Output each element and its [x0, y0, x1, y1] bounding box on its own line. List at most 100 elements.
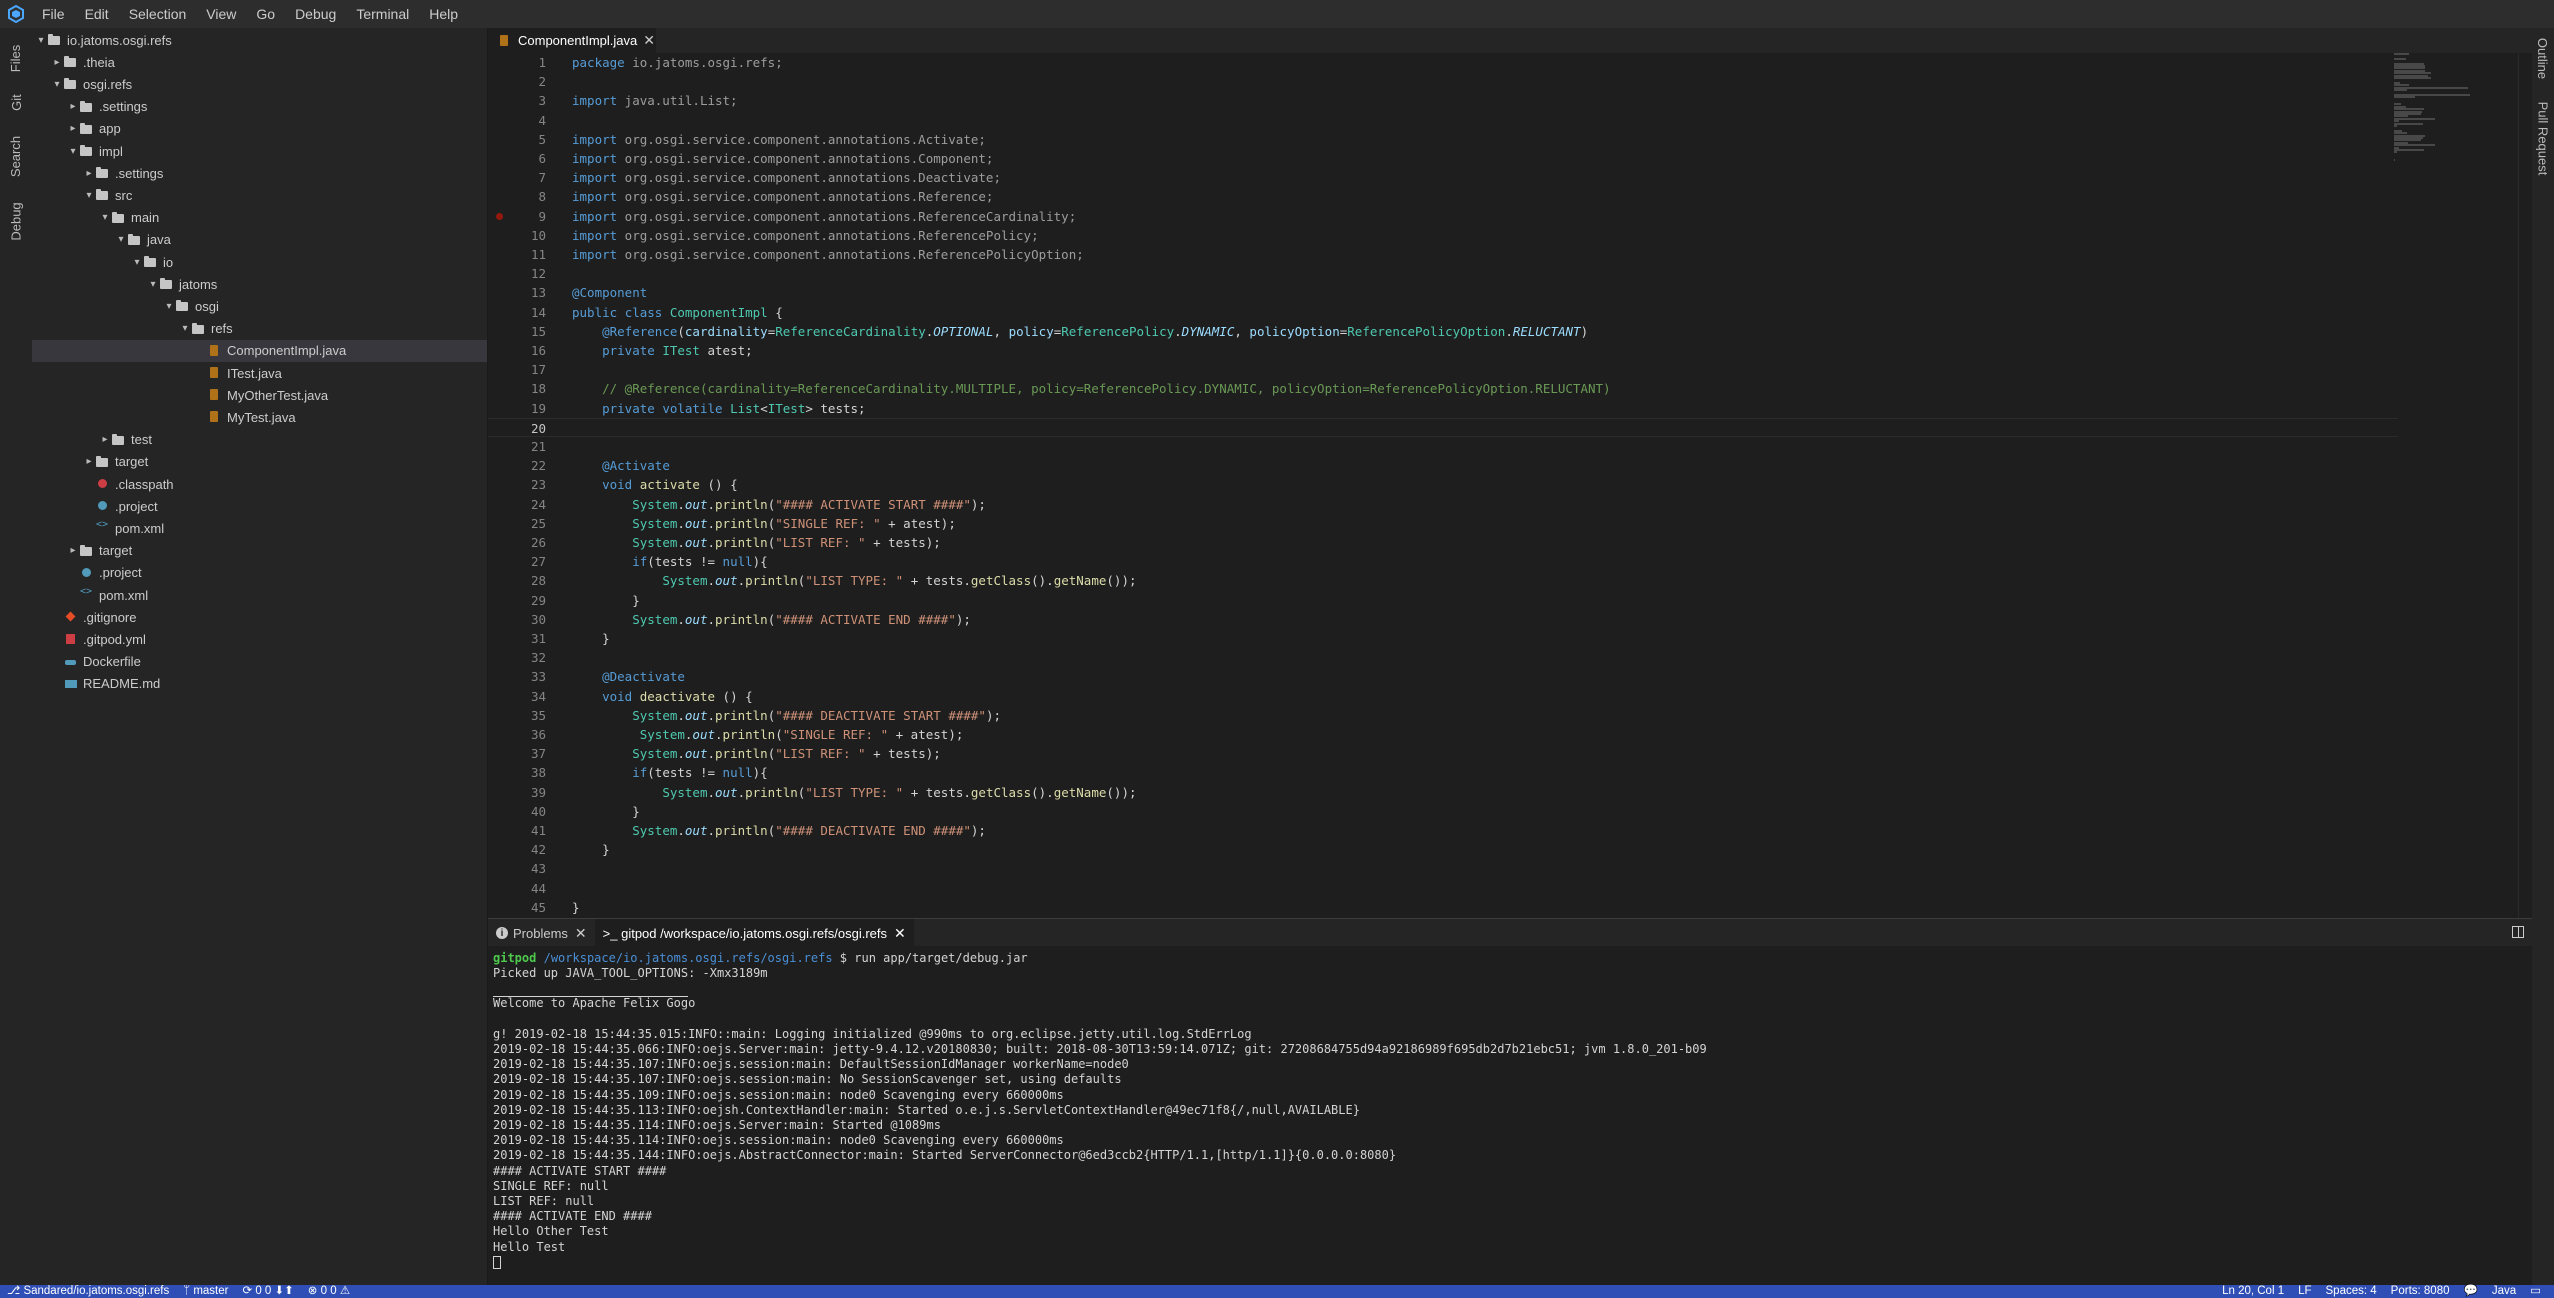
indent-status[interactable]: Spaces: 4 [2319, 1285, 2384, 1298]
tab-problems[interactable]: i Problems ✕ [488, 919, 595, 947]
tree-item[interactable]: ▾ io.jatoms.osgi.refs [32, 29, 487, 51]
chevron-down-icon[interactable]: ▾ [66, 140, 80, 162]
code-token: + atest); [888, 727, 964, 742]
menu-edit[interactable]: Edit [75, 0, 119, 28]
maximize-panel-icon[interactable] [2512, 926, 2524, 938]
chevron-down-icon[interactable]: ▾ [82, 184, 96, 206]
tree-item[interactable]: ▸ target [32, 451, 487, 473]
tree-item[interactable]: pom.xml [32, 584, 487, 606]
tab-pull-request-label: Pull Request [2535, 101, 2551, 175]
chevron-down-icon[interactable]: ▾ [34, 29, 48, 51]
tree-item[interactable]: README.md [32, 673, 487, 695]
tree-item[interactable]: MyTest.java [32, 406, 487, 428]
language-status[interactable]: Java [2485, 1285, 2523, 1298]
menu-go[interactable]: Go [246, 0, 285, 28]
close-icon[interactable]: ✕ [894, 925, 906, 942]
tree-item[interactable]: .gitignore [32, 606, 487, 628]
code-token: System [632, 611, 678, 627]
tree-item[interactable]: .classpath [32, 473, 487, 495]
tab-pull-request[interactable]: Pull Request [2532, 90, 2554, 186]
tree-item[interactable]: ▸ target [32, 540, 487, 562]
menu-view[interactable]: View [196, 0, 246, 28]
tree-item[interactable]: pom.xml [32, 517, 487, 539]
tree-item[interactable]: .gitpod.yml [32, 628, 487, 650]
tree-item[interactable]: ▾ jatoms [32, 273, 487, 295]
problems-status[interactable]: ⊗ 0 0 ⚠ [301, 1285, 357, 1298]
tree-item[interactable]: ▸ app [32, 118, 487, 140]
tree-item-label: app [99, 121, 121, 137]
chat-icon[interactable]: 💬 [2457, 1285, 2485, 1298]
code-editor[interactable]: 1 package io.jatoms.osgi.refs; 2 3 import ja… [488, 53, 2518, 918]
chevron-down-icon[interactable]: ▾ [50, 73, 64, 95]
chevron-right-icon[interactable]: ▸ [82, 162, 96, 184]
tree-item[interactable]: .project [32, 495, 487, 517]
tree-item[interactable]: ▾ java [32, 229, 487, 251]
chevron-right-icon[interactable]: ▸ [66, 96, 80, 118]
tree-item[interactable]: ▾ main [32, 207, 487, 229]
notifications-icon[interactable]: ▭ [2523, 1285, 2548, 1298]
file-explorer: ▾ io.jatoms.osgi.refs ▸ .theia ▾ osgi.refs ▸ .s… [32, 28, 488, 1285]
code-text: } [572, 629, 610, 648]
menu-terminal[interactable]: Terminal [346, 0, 419, 28]
folder-icon [112, 211, 126, 224]
chevron-right-icon[interactable]: ▸ [82, 451, 96, 473]
chevron-right-icon[interactable]: ▸ [66, 118, 80, 140]
tab-outline[interactable]: Outline [2532, 28, 2554, 88]
eol-status[interactable]: LF [2291, 1285, 2318, 1298]
tab-debug[interactable]: Debug [0, 191, 32, 251]
menu-help[interactable]: Help [419, 0, 468, 28]
line-number: 25 [530, 515, 546, 531]
tree-item[interactable]: ▸ .theia [32, 51, 487, 73]
tree-item[interactable]: .project [32, 562, 487, 584]
code-token: . [707, 496, 716, 512]
chevron-right-icon[interactable]: ▸ [50, 51, 64, 73]
code-token: < [760, 400, 768, 416]
tree-item[interactable]: ▾ osgi [32, 295, 487, 317]
code-line: 39 System.out.println("LIST TYPE: " + te… [488, 783, 2398, 802]
cursor-position[interactable]: Ln 20, Col 1 [2215, 1285, 2291, 1298]
menu-selection[interactable]: Selection [119, 0, 197, 28]
ports-status[interactable]: Ports: 8080 [2384, 1285, 2457, 1298]
tree-item[interactable]: ▾ osgi.refs [32, 73, 487, 95]
tree-item[interactable]: MyOtherTest.java [32, 384, 487, 406]
chevron-down-icon[interactable]: ▾ [130, 251, 144, 273]
tree-item[interactable]: ▾ refs [32, 318, 487, 340]
chevron-right-icon[interactable]: ▸ [66, 540, 80, 562]
menu-file[interactable]: File [32, 0, 75, 28]
tab-search[interactable]: Search [0, 126, 32, 186]
overview-ruler[interactable] [2518, 53, 2533, 918]
tab-componentimpl-java[interactable]: ComponentImpl.java ✕ [488, 28, 656, 53]
chevron-down-icon[interactable]: ▾ [162, 295, 176, 317]
tree-item[interactable]: ▾ src [32, 184, 487, 206]
chevron-down-icon[interactable]: ▾ [146, 273, 160, 295]
code-line: 7 import org.osgi.service.component.annot… [488, 168, 2398, 187]
repo-status[interactable]: ⎇ Sandared/io.jatoms.osgi.refs [0, 1285, 176, 1298]
tree-item[interactable]: ITest.java [32, 362, 487, 384]
chevron-down-icon[interactable]: ▾ [98, 207, 112, 229]
minimap[interactable] [2394, 53, 2518, 163]
close-icon[interactable]: ✕ [575, 925, 587, 942]
tab-terminal[interactable]: >_ gitpod /workspace/io.jatoms.osgi.refs… [594, 919, 914, 947]
chevron-down-icon[interactable]: ▾ [178, 318, 192, 340]
sync-status[interactable]: ⟳ 0 0 ⬇⬆ [235, 1285, 300, 1298]
chevron-right-icon[interactable]: ▸ [98, 429, 112, 451]
code-token: "SINGLE REF: " [775, 515, 881, 531]
chevron-down-icon[interactable]: ▾ [114, 229, 128, 251]
tree-item[interactable]: ▾ io [32, 251, 487, 273]
tree-item[interactable]: ▾ impl [32, 140, 487, 162]
tree-item-label: .settings [99, 99, 148, 115]
terminal[interactable]: gitpod /workspace/io.jatoms.osgi.refs/os… [488, 946, 2532, 1285]
close-icon[interactable]: ✕ [643, 32, 655, 49]
line-number: 41 [530, 823, 546, 838]
tree-item[interactable]: Dockerfile [32, 651, 487, 673]
tab-git[interactable]: Git [0, 72, 32, 132]
tree-item[interactable]: ComponentImpl.java [32, 339, 487, 362]
branch-status[interactable]: ᛘ master [176, 1285, 235, 1298]
line-number: 13 [530, 285, 546, 301]
tree-item[interactable]: ▸ .settings [32, 162, 487, 184]
tree-item[interactable]: ▸ .settings [32, 96, 487, 118]
tree-item[interactable]: ▸ test [32, 429, 487, 451]
menu-debug[interactable]: Debug [285, 0, 346, 28]
breakpoint-icon[interactable] [496, 212, 503, 220]
